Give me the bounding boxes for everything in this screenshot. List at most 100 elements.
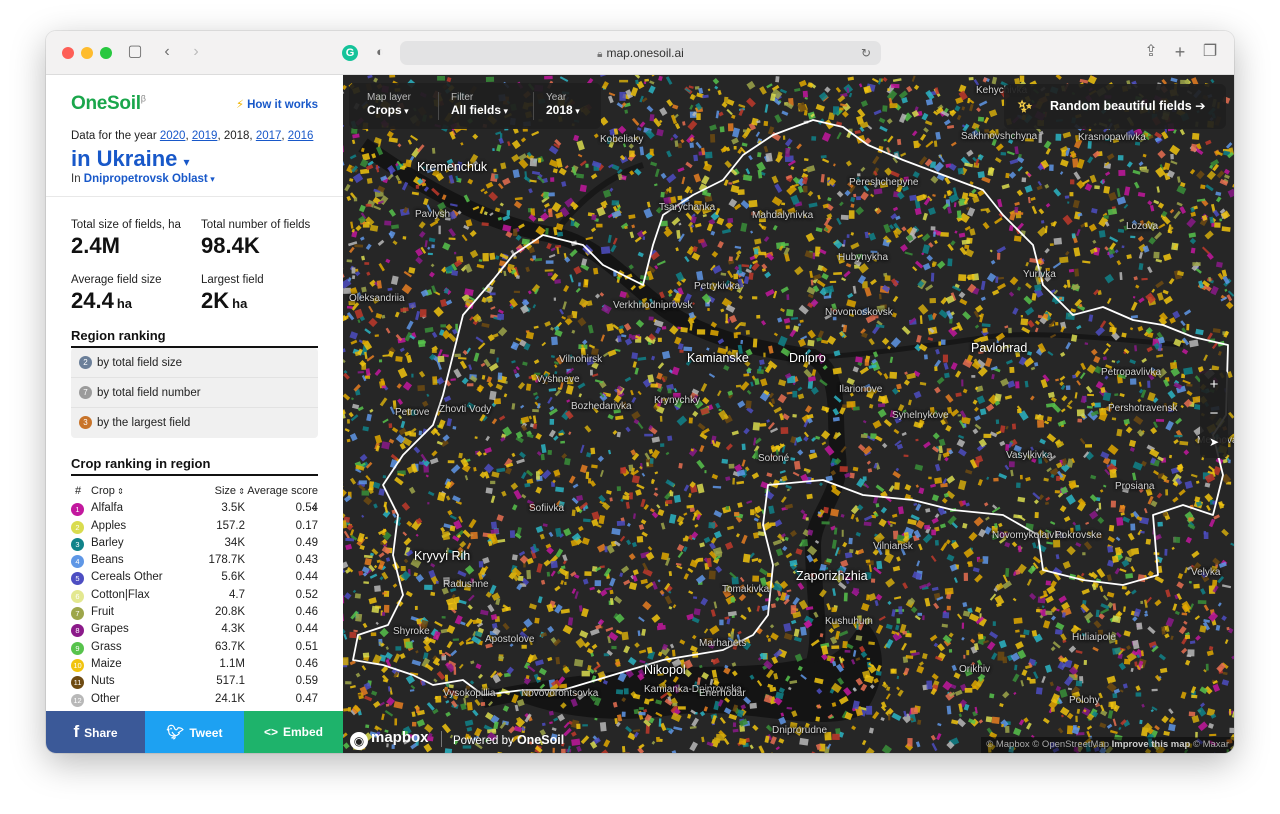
zoom-in-button[interactable]: + — [1200, 370, 1228, 399]
map-layer-selector[interactable]: Map layer Crops ▾ — [367, 92, 411, 118]
region-ranking-item[interactable]: 2 by total field size — [71, 348, 318, 378]
forward-icon[interactable]: › — [185, 42, 207, 62]
shield-icon[interactable]: ◐ — [369, 42, 391, 62]
map-place-label: Apostolove — [485, 634, 535, 645]
lock-icon: 🔒︎ — [597, 49, 603, 60]
table-row[interactable]: 1 Alfalfa 3.5K 0.54 — [71, 500, 318, 517]
crop-ranking-title: Crop ranking in region — [71, 456, 211, 471]
mapbox-logo[interactable]: ◉ mapbox — [350, 729, 429, 750]
map-canvas[interactable]: Kremenchuk Kobeliaky Sakhnovshchyna Krasnop… — [343, 75, 1234, 753]
map-place-label: Sofiivka — [529, 503, 565, 514]
stat-label-average-size: Average field size — [71, 274, 162, 286]
zoom-out-button[interactable]: − — [1200, 399, 1228, 428]
new-tab-icon[interactable]: + — [1169, 42, 1191, 62]
crop-score: 0.54 — [295, 502, 318, 515]
address-bar[interactable]: 🔒︎ map.onesoil.ai ↻ — [400, 41, 881, 65]
filter-selector[interactable]: Filter All fields ▾ — [451, 92, 508, 118]
map-place-label: Petropavlivka — [1101, 367, 1162, 378]
crop-name: Apples — [91, 519, 127, 532]
map-place-label: Hubynykha — [838, 252, 889, 263]
minimize-window-button[interactable] — [81, 47, 93, 59]
crop-name: Barley — [91, 536, 124, 549]
powered-by-onesoil[interactable]: Powered by OneSoil — [453, 733, 564, 747]
region-ranking-title: Region ranking — [71, 328, 166, 343]
country-selector[interactable]: in Ukraine ▾ — [71, 146, 190, 172]
table-row[interactable]: 8 Grapes 4.3K 0.44 — [71, 621, 318, 638]
stat-label-total-size: Total size of fields, ha — [71, 219, 181, 231]
crop-size: 24.1K — [214, 692, 245, 705]
improve-map-link[interactable]: Improve this map — [1112, 739, 1191, 750]
map-place-label: Novomoskovsk — [825, 307, 893, 318]
map-place-label: Dnipro — [789, 351, 826, 365]
map-place-label: Krynychky — [654, 395, 701, 406]
year-selector[interactable]: Year 2018 ▾ — [546, 92, 580, 118]
table-row[interactable]: 4 Beans 178.7K 0.43 — [71, 552, 318, 569]
year-link-2016[interactable]: 2016 — [288, 130, 314, 142]
map-place-label: Orikhiv — [959, 664, 991, 675]
year-link-2017[interactable]: 2017 — [256, 130, 282, 142]
crop-color-badge: 7 — [71, 607, 84, 621]
crop-size: 178.7K — [208, 554, 245, 567]
table-row[interactable]: 5 Cereals Other 5.6K 0.44 — [71, 569, 318, 586]
sidebar-toggle-icon[interactable]: ▢ — [124, 42, 146, 62]
crop-score: 0.17 — [295, 519, 318, 532]
crop-color-badge: 1 — [71, 503, 84, 517]
stat-label-total-number: Total number of fields — [201, 219, 311, 231]
col-header-size[interactable]: Size ⇕ — [181, 483, 245, 500]
map-place-label: Bozhedarivka — [571, 401, 632, 412]
table-row[interactable]: 9 Grass 63.7K 0.51 — [71, 639, 318, 656]
region-selector[interactable]: Dnipropetrovsk Oblast — [84, 173, 208, 185]
close-window-button[interactable] — [62, 47, 74, 59]
crop-score: 0.46 — [295, 606, 318, 619]
crop-color-badge: 9 — [71, 641, 84, 655]
share-facebook-button[interactable]: f Share — [46, 711, 145, 753]
tweet-button[interactable]: 🐦︎ Tweet — [145, 711, 244, 753]
map-place-label: Kryvyi Rih — [414, 549, 471, 563]
zoom-controls: + − ➤ — [1200, 370, 1228, 458]
data-year-line: Data for the year 2020, 2019, 2018, 2017… — [71, 130, 314, 142]
crop-color-badge: 2 — [71, 520, 84, 534]
crop-color-badge: 6 — [71, 589, 84, 603]
region-ranking-item[interactable]: 3 by the largest field — [71, 408, 318, 438]
compass-icon[interactable]: ➤ — [1200, 428, 1228, 457]
col-header-crop[interactable]: Crop ⇕ — [91, 483, 124, 500]
grammarly-extension-icon[interactable]: G — [342, 45, 358, 61]
divider — [441, 731, 442, 747]
table-row[interactable]: 11 Nuts 517.1 0.59 — [71, 673, 318, 690]
map-place-label: Zaporizhzhia — [796, 569, 868, 583]
crop-name: Maize — [91, 657, 122, 670]
embed-button[interactable]: <> Embed — [244, 711, 343, 753]
crop-size: 63.7K — [214, 640, 245, 653]
random-beautiful-fields-button[interactable]: ✨︎ Random beautiful fields ➔ — [1004, 84, 1226, 129]
region-ranking-item[interactable]: 7 by total field number — [71, 378, 318, 408]
onesoil-logo[interactable]: OneSoilβ — [71, 93, 146, 115]
table-row[interactable]: 10 Maize 1.1M 0.46 — [71, 656, 318, 673]
maximize-window-button[interactable] — [100, 47, 112, 59]
share-icon[interactable]: ⇪ — [1140, 42, 1162, 62]
reload-icon[interactable]: ↻ — [861, 41, 871, 65]
crop-size: 3.5K — [221, 502, 245, 515]
how-it-works-link[interactable]: ⚡︎ How it works — [236, 97, 318, 111]
year-link-2020[interactable]: 2020 — [160, 130, 186, 142]
back-icon[interactable]: ‹ — [156, 42, 178, 62]
table-row[interactable]: 12 Other 24.1K 0.47 — [71, 691, 318, 708]
crop-score: 0.44 — [295, 571, 318, 584]
crop-size: 34K — [224, 536, 245, 549]
table-row[interactable]: 2 Apples 157.2 0.17 — [71, 518, 318, 535]
map-place-label: Prosiana — [1115, 481, 1155, 492]
map-place-label: Pokrovske — [1055, 530, 1102, 541]
table-row[interactable]: 3 Barley 34K 0.49 — [71, 535, 318, 552]
rank-label: by total field size — [97, 357, 183, 369]
crop-score: 0.52 — [295, 588, 318, 601]
table-row[interactable]: 7 Fruit 20.8K 0.46 — [71, 604, 318, 621]
crop-score: 0.46 — [295, 657, 318, 670]
tabs-overview-icon[interactable]: ❐ — [1199, 42, 1221, 62]
table-row[interactable]: 6 Cotton|Flax 4.7 0.52 — [71, 587, 318, 604]
crop-score: 0.44 — [295, 623, 318, 636]
map-attribution: © Mapbox © OpenStreetMap Improve this ma… — [981, 737, 1234, 753]
mapbox-icon: ◉ — [350, 732, 368, 750]
crop-score: 0.49 — [295, 536, 318, 549]
caret-down-icon: ▾ — [183, 155, 190, 169]
stat-value-total-number: 98.4K — [201, 233, 260, 258]
year-link-2019[interactable]: 2019 — [192, 130, 218, 142]
